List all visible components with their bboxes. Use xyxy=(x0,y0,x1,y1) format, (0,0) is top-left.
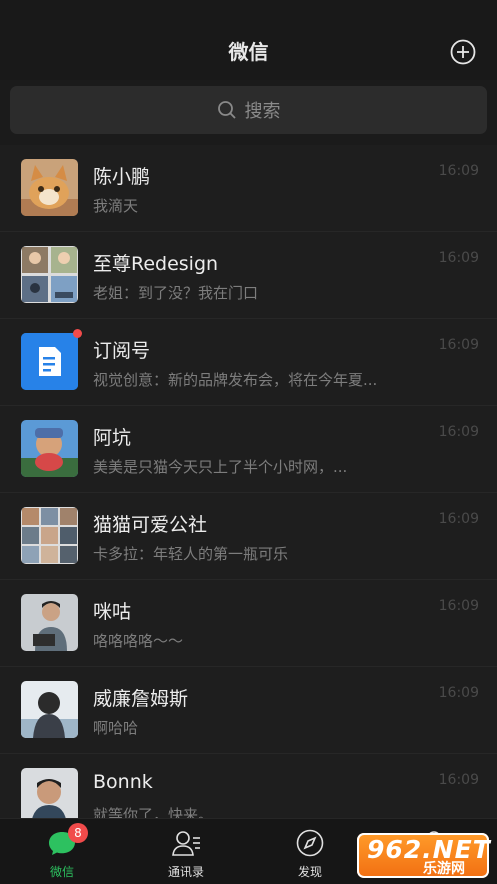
chat-time: 16:09 xyxy=(438,511,479,527)
chat-list: 陈小鹏 我滴天 16:09 8 至尊Redesign 老姐：到了没？我在门口 1… xyxy=(0,145,497,841)
chat-preview: 卡多拉：年轻人的第一瓶可乐 xyxy=(93,545,289,563)
document-icon xyxy=(21,333,78,390)
chat-row[interactable]: 陈小鹏 我滴天 16:09 xyxy=(0,145,497,232)
compass-icon xyxy=(296,829,324,857)
chat-time: 16:09 xyxy=(438,424,479,440)
chat-preview: 老姐：到了没？我在门口 xyxy=(93,284,259,302)
chat-name: 陈小鹏 xyxy=(93,166,151,188)
avatar[interactable] xyxy=(21,768,78,825)
chat-time: 16:09 xyxy=(438,685,479,701)
search-placeholder: 搜索 xyxy=(244,101,281,122)
chat-time: 16:09 xyxy=(438,337,479,353)
tab-label: 通讯录 xyxy=(167,865,204,879)
chat-row[interactable]: 阿坑 美美是只猫今天只上了半个小时网，... 16:09 xyxy=(0,406,497,493)
chat-time: 16:09 xyxy=(438,163,479,179)
chat-time: 16:09 xyxy=(438,598,479,614)
avatar[interactable] xyxy=(21,507,78,564)
chat-preview: 啊哈哈 xyxy=(93,719,139,737)
unread-dot xyxy=(73,329,82,338)
chat-name: 订阅号 xyxy=(93,340,151,362)
chat-preview: 美美是只猫今天只上了半个小时网，... xyxy=(93,458,348,476)
tab-chats[interactable]: 8 微信 xyxy=(0,819,124,884)
chat-name: 猫猫可爱公社 xyxy=(93,514,208,536)
chat-name: 咪咕 xyxy=(93,601,132,623)
chat-row[interactable]: 咪咕 咯咯咯咯～～ 16:09 xyxy=(0,580,497,667)
chat-time: 16:09 xyxy=(438,250,479,266)
chat-row[interactable]: 威廉詹姆斯 啊哈哈 16:09 xyxy=(0,667,497,754)
chat-name: 至尊Redesign xyxy=(93,253,219,275)
avatar[interactable] xyxy=(21,594,78,651)
tab-label: 发现 xyxy=(297,865,322,879)
avatar[interactable] xyxy=(21,333,78,390)
avatar[interactable] xyxy=(21,246,78,303)
chat-time: 16:09 xyxy=(438,772,479,788)
chat-row[interactable]: 订阅号 视觉创意：新的品牌发布会，将在今年夏... 16:09 xyxy=(0,319,497,406)
chat-name: 阿坑 xyxy=(93,427,132,449)
tab-label: 微信 xyxy=(49,865,74,879)
chat-row[interactable]: 猫猫可爱公社 卡多拉：年轻人的第一瓶可乐 16:09 xyxy=(0,493,497,580)
chat-preview: 视觉创意：新的品牌发布会，将在今年夏... xyxy=(93,371,378,389)
tab-discover[interactable]: 发现 xyxy=(248,819,372,884)
tab-badge: 8 xyxy=(68,823,88,843)
chat-name: 威廉詹姆斯 xyxy=(93,688,189,710)
top-bar: 微信 xyxy=(0,0,497,80)
contacts-icon xyxy=(172,831,200,856)
chat-row[interactable]: 8 至尊Redesign 老姐：到了没？我在门口 16:09 xyxy=(0,232,497,340)
chat-preview: 我滴天 xyxy=(93,197,139,215)
avatar[interactable] xyxy=(21,159,78,216)
search-bar[interactable]: 搜索 xyxy=(10,86,487,134)
search-icon xyxy=(217,101,236,119)
plus-circle-icon[interactable] xyxy=(450,39,476,65)
tab-contacts[interactable]: 通讯录 xyxy=(124,819,248,884)
page-title: 微信 xyxy=(228,40,269,64)
watermark-sub: 乐游网 xyxy=(423,861,465,877)
watermark-logo: 962.NET 乐游网 xyxy=(357,833,490,878)
avatar[interactable] xyxy=(21,420,78,477)
avatar[interactable] xyxy=(21,681,78,738)
chat-preview: 咯咯咯咯～～ xyxy=(93,632,184,650)
chat-name: Bonnk xyxy=(93,771,153,793)
